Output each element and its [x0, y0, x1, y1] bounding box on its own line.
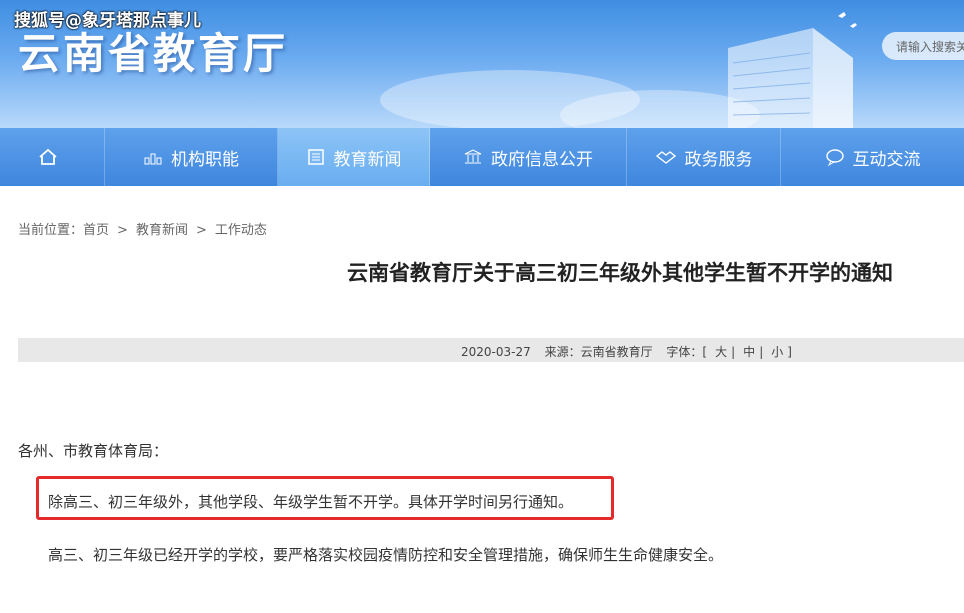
news-icon — [307, 149, 324, 165]
government-icon — [464, 149, 482, 164]
font-size-close: ] — [787, 345, 792, 359]
nav-item-label: 政府信息公开 — [491, 149, 593, 170]
watermark: 搜狐号@象牙塔那点事儿 — [14, 11, 201, 31]
home-icon — [39, 148, 57, 165]
nav-item-news[interactable]: 教育新闻 — [278, 128, 430, 186]
chat-icon — [825, 149, 844, 166]
nav-item-label: 机构职能 — [171, 149, 239, 170]
nav-home[interactable] — [0, 128, 105, 186]
nav-item-label: 政务服务 — [684, 149, 753, 170]
main-nav: 机构职能 教育新闻 政府信息公开 政务服务 互动交流 — [0, 128, 964, 186]
breadcrumb-separator: > — [195, 223, 207, 238]
breadcrumb: 当前位置：首页 > 教育新闻 > 工作动态 — [18, 219, 273, 238]
font-size-divider: | — [731, 345, 736, 359]
font-size-divider: | — [759, 345, 764, 359]
building-illustration — [728, 12, 857, 128]
search-input[interactable] — [894, 39, 964, 55]
article-date: 2020-03-27 — [461, 345, 531, 359]
article-title: 云南省教育厅关于高三初三年级外其他学生暂不开学的通知 — [347, 261, 893, 285]
header-banner: 云南省教育厅 搜狐号@象牙塔那点事儿 — [0, 0, 964, 128]
nav-item-services[interactable]: 政务服务 — [627, 128, 781, 186]
font-size-small[interactable]: 小 — [771, 345, 783, 359]
article-source: 来源：云南省教育厅 — [544, 345, 653, 359]
breadcrumb-news[interactable]: 教育新闻 — [136, 223, 188, 238]
nav-item-label: 互动交流 — [852, 149, 921, 170]
nav-item-interaction[interactable]: 互动交流 — [781, 128, 964, 186]
search-box[interactable] — [882, 32, 964, 60]
article-paragraph: 高三、初三年级已经开学的学校，要严格落实校园疫情防控和安全管理措施，确保师生生命… — [48, 546, 724, 564]
breadcrumb-separator: > — [117, 223, 128, 238]
article-paragraph: 除高三、初三年级外，其他学段、年级学生暂不开学。具体开学时间另行通知。 — [48, 493, 574, 511]
handshake-icon — [655, 151, 676, 164]
breadcrumb-work[interactable]: 工作动态 — [215, 223, 267, 238]
font-size-medium[interactable]: 中 — [743, 345, 755, 359]
font-size-label: 字体：[ — [666, 345, 708, 359]
article-greeting: 各州、市教育体育局： — [18, 442, 169, 460]
nav-item-jigou[interactable]: 机构职能 — [105, 128, 278, 186]
breadcrumb-home[interactable]: 首页 — [83, 223, 109, 238]
font-size-large[interactable]: 大 — [715, 345, 727, 359]
breadcrumb-prefix: 当前位置： — [18, 223, 84, 238]
building-org-icon — [144, 153, 162, 165]
nav-item-label: 教育新闻 — [333, 149, 402, 170]
nav-item-gov-info[interactable]: 政府信息公开 — [430, 128, 627, 186]
article-meta-bar: 2020-03-27 来源：云南省教育厅 字体：[ 大 | 中 | 小] — [18, 338, 964, 362]
